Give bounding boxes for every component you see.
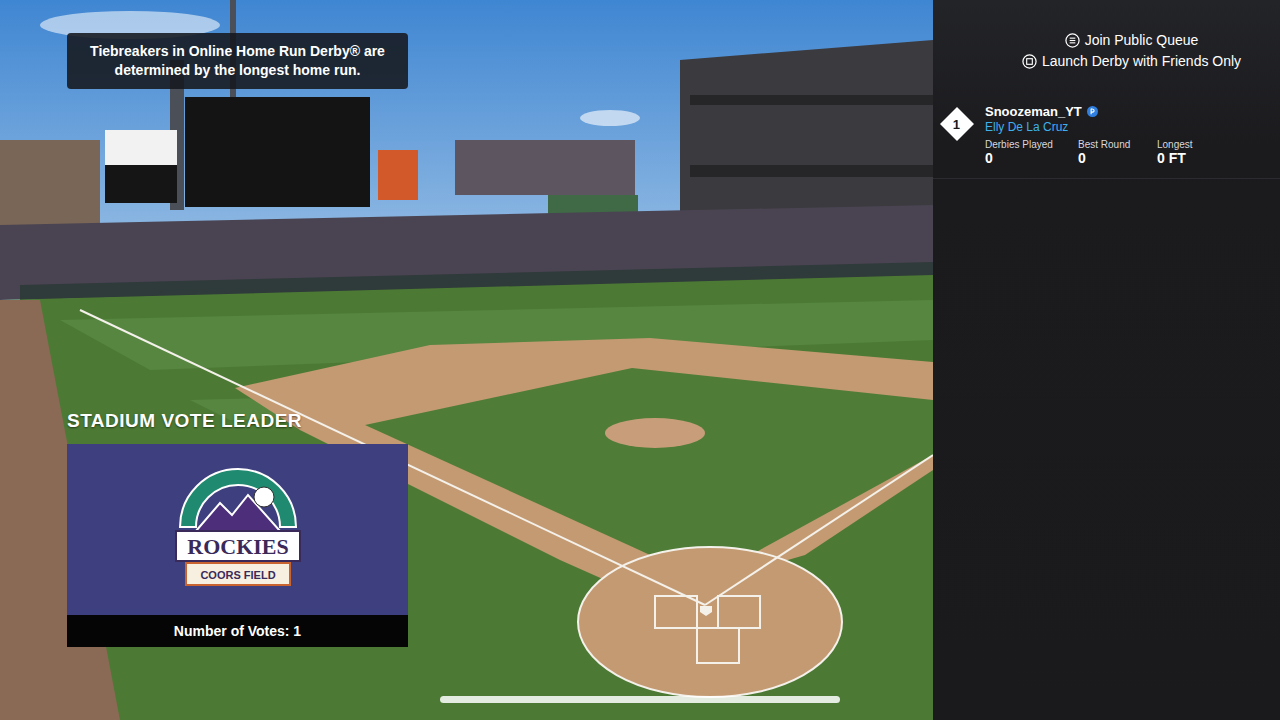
stat: Best Round0 — [1078, 139, 1157, 166]
tiebreaker-tooltip: Tiebreakers in Online Home Run Derby® ar… — [67, 33, 408, 89]
player-info: Snoozeman_YTElly De La Cruz Derbies Playe… — [985, 104, 1270, 166]
logo-area: ROCKIES COORS FIELD — [67, 444, 408, 615]
svg-text:ROCKIES: ROCKIES — [187, 534, 288, 559]
square-button-icon — [1022, 54, 1037, 69]
lobby-panel: Join Public Queue Launch Derby with Frien… — [933, 0, 1280, 720]
overlay-layer: Tiebreakers in Online Home Run Derby® ar… — [0, 0, 933, 720]
derby-lobby-screen: Tiebreakers in Online Home Run Derby® ar… — [0, 0, 1280, 720]
stat: Longest0 FT — [1157, 139, 1270, 166]
vote-count: Number of Votes: 1 — [67, 615, 408, 647]
stats-grid: Derbies Played0Best Round0Longest0 FT — [985, 139, 1270, 166]
rank-badge: 1 — [940, 107, 974, 141]
action-button[interactable]: Join Public Queue — [1065, 31, 1199, 49]
player-card-name: Elly De La Cruz — [985, 120, 1270, 134]
stadium-card[interactable]: ROCKIES COORS FIELD Number of Votes: 1 — [67, 444, 408, 647]
rockies-logo-icon: ROCKIES COORS FIELD — [168, 465, 308, 595]
action-list: Join Public Queue Launch Derby with Frien… — [933, 31, 1280, 70]
stat: Derbies Played0 — [985, 139, 1078, 166]
stadium-view: Tiebreakers in Online Home Run Derby® ar… — [0, 0, 933, 720]
player-name-row: Snoozeman_YT — [985, 104, 1270, 119]
player-name: Snoozeman_YT — [985, 104, 1082, 119]
vote-heading: STADIUM VOTE LEADER — [67, 410, 408, 432]
player-row[interactable]: 1 Snoozeman_YTElly De La Cruz Derbies Play… — [933, 96, 1280, 179]
action-button[interactable]: Launch Derby with Friends Only — [1022, 52, 1241, 70]
playstation-icon — [1087, 106, 1098, 117]
home-indicator[interactable] — [440, 696, 840, 703]
svg-text:COORS FIELD: COORS FIELD — [200, 569, 275, 581]
options-button-icon — [1065, 33, 1080, 48]
stadium-vote-leader: STADIUM VOTE LEADER ROCKIES COORS FIELD Num… — [67, 410, 408, 647]
